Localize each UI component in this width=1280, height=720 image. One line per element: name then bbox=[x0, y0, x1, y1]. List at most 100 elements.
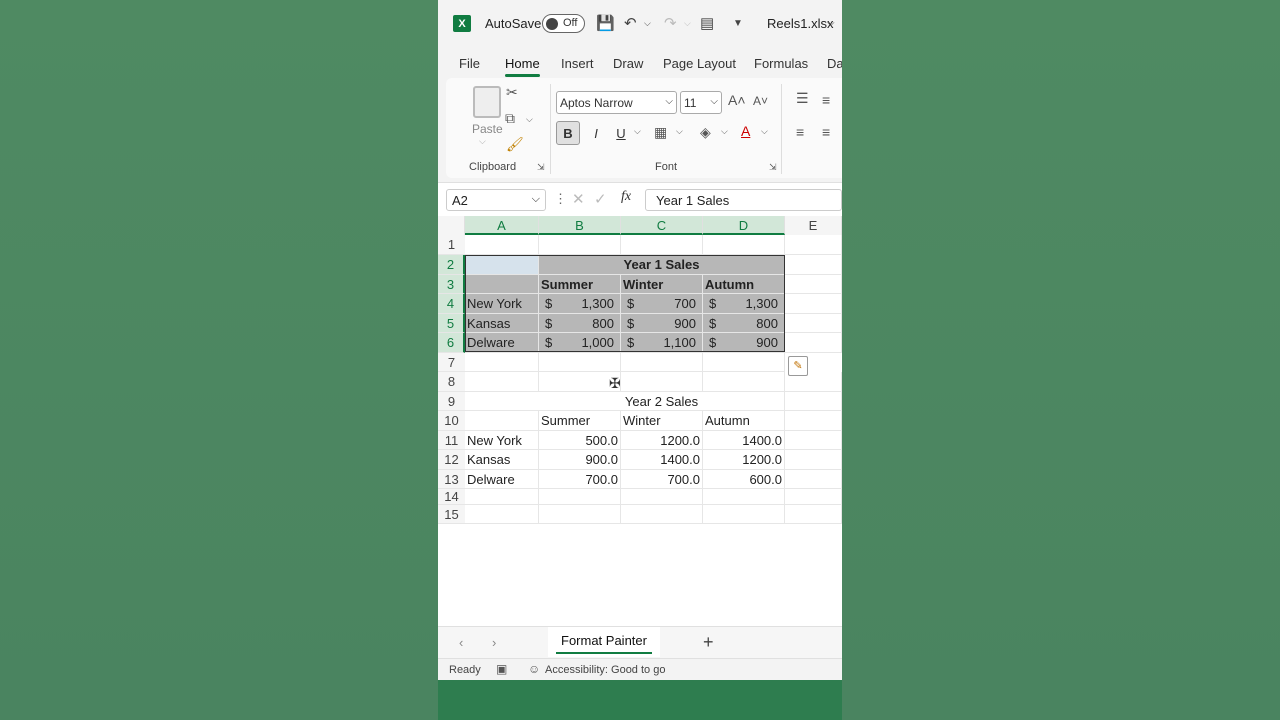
row-header[interactable]: 7 bbox=[438, 353, 465, 372]
cell[interactable] bbox=[785, 275, 842, 294]
row-header[interactable]: 2 bbox=[438, 255, 465, 275]
paste-icon[interactable] bbox=[473, 86, 501, 118]
cell[interactable] bbox=[539, 353, 621, 372]
clipboard-launcher-icon[interactable]: ⇲ bbox=[537, 162, 545, 173]
format-painter-icon[interactable]: 🖌 bbox=[506, 136, 524, 153]
filename-chevron-down-icon[interactable]: ⌵ bbox=[827, 18, 835, 29]
customize-toolbar-icon[interactable]: ▼ bbox=[733, 18, 743, 29]
macro-record-icon[interactable]: ▣ bbox=[496, 662, 507, 676]
add-sheet-button[interactable]: + bbox=[703, 632, 714, 653]
borders-chevron-icon[interactable]: ⌵ bbox=[676, 126, 683, 137]
cell[interactable] bbox=[703, 372, 785, 392]
cell[interactable] bbox=[539, 235, 621, 255]
cell[interactable] bbox=[785, 392, 842, 411]
more-options-icon[interactable]: ⋮ bbox=[554, 191, 567, 207]
cell[interactable] bbox=[785, 314, 842, 333]
table2-value[interactable]: 700.0 bbox=[621, 470, 703, 489]
increase-font-icon[interactable]: A˄ bbox=[728, 92, 746, 108]
decrease-font-icon[interactable]: A˅ bbox=[753, 94, 768, 108]
fill-chevron-icon[interactable]: ⌵ bbox=[721, 126, 728, 137]
cell[interactable] bbox=[785, 411, 842, 431]
underline-chevron-icon[interactable]: ⌵ bbox=[634, 126, 641, 137]
row-header[interactable]: 13 bbox=[438, 470, 465, 489]
row-header[interactable]: 8 bbox=[438, 372, 465, 392]
table2-header-winter[interactable]: Winter bbox=[621, 411, 703, 431]
file-name[interactable]: Reels1.xlsx bbox=[767, 16, 833, 31]
align-middle-icon[interactable]: ≡ bbox=[822, 92, 830, 108]
column-header-b[interactable]: B bbox=[539, 216, 621, 235]
cut-icon[interactable]: ✂ bbox=[506, 84, 518, 101]
column-header-c[interactable]: C bbox=[621, 216, 703, 235]
table2-value[interactable]: 500.0 bbox=[539, 431, 621, 450]
table2-value[interactable]: 600.0 bbox=[703, 470, 785, 489]
save-icon[interactable]: 💾 bbox=[596, 14, 615, 32]
column-header-a[interactable]: A bbox=[465, 216, 539, 235]
cell[interactable] bbox=[785, 294, 842, 314]
cell[interactable] bbox=[465, 235, 539, 255]
redo-icon[interactable]: ↷ bbox=[664, 14, 677, 32]
cell[interactable] bbox=[785, 450, 842, 470]
column-header-e[interactable]: E bbox=[785, 216, 842, 235]
form-icon[interactable]: ▤ bbox=[700, 14, 714, 32]
table2-header-autumn[interactable]: Autumn bbox=[703, 411, 785, 431]
copy-chevron-icon[interactable]: ⌵ bbox=[526, 114, 533, 125]
row-header[interactable]: 11 bbox=[438, 431, 465, 450]
cell[interactable] bbox=[703, 353, 785, 372]
paste-options-icon[interactable]: ✎ bbox=[788, 356, 808, 376]
cell[interactable] bbox=[465, 411, 539, 431]
align-left-icon[interactable]: ≡ bbox=[796, 124, 804, 140]
undo-icon[interactable]: ↶ bbox=[624, 14, 637, 32]
tab-home[interactable]: Home bbox=[505, 56, 540, 77]
cell[interactable] bbox=[465, 505, 539, 524]
cell[interactable] bbox=[465, 392, 539, 411]
align-top-icon[interactable]: ☰ bbox=[796, 90, 809, 107]
formula-input[interactable]: Year 1 Sales bbox=[645, 189, 842, 211]
cell[interactable] bbox=[785, 470, 842, 489]
table2-value[interactable]: 1400.0 bbox=[703, 431, 785, 450]
font-launcher-icon[interactable]: ⇲ bbox=[769, 162, 777, 173]
table2-value[interactable]: 1400.0 bbox=[621, 450, 703, 470]
font-size-select[interactable]: 11 ⌵ bbox=[680, 91, 722, 114]
cell[interactable] bbox=[621, 372, 703, 392]
tab-formulas[interactable]: Formulas bbox=[754, 56, 808, 71]
font-name-select[interactable]: Aptos Narrow ⌵ bbox=[556, 91, 677, 114]
table2-row-name[interactable]: Kansas bbox=[465, 450, 539, 470]
tab-page-layout[interactable]: Page Layout bbox=[663, 56, 736, 71]
sheet-tab-format-painter[interactable]: Format Painter bbox=[548, 627, 660, 657]
cell[interactable] bbox=[621, 489, 703, 505]
align-center-icon[interactable]: ≡ bbox=[822, 124, 830, 140]
cell[interactable] bbox=[785, 235, 842, 255]
underline-button[interactable]: U bbox=[609, 121, 633, 145]
row-header[interactable]: 5 bbox=[438, 314, 465, 333]
cancel-icon[interactable]: ✕ bbox=[572, 190, 585, 208]
table2-row-name[interactable]: Delware bbox=[465, 470, 539, 489]
cell[interactable] bbox=[703, 489, 785, 505]
row-header[interactable]: 12 bbox=[438, 450, 465, 470]
borders-icon[interactable]: ▦ bbox=[654, 124, 667, 141]
tab-draw[interactable]: Draw bbox=[613, 56, 643, 71]
tab-data[interactable]: Da bbox=[827, 56, 842, 71]
cell[interactable] bbox=[539, 505, 621, 524]
column-header-d[interactable]: D bbox=[703, 216, 785, 235]
accessibility-status[interactable]: Accessibility: Good to go bbox=[545, 664, 665, 676]
cell[interactable] bbox=[785, 489, 842, 505]
enter-icon[interactable]: ✓ bbox=[594, 190, 607, 208]
cell[interactable] bbox=[703, 505, 785, 524]
tab-insert[interactable]: Insert bbox=[561, 56, 594, 71]
font-color-chevron-icon[interactable]: ⌵ bbox=[761, 126, 768, 137]
cell[interactable] bbox=[465, 353, 539, 372]
cell[interactable] bbox=[539, 489, 621, 505]
name-box[interactable]: A2 ⌵ bbox=[446, 189, 546, 211]
font-color-icon[interactable]: A bbox=[741, 123, 750, 139]
row-header[interactable]: 6 bbox=[438, 333, 465, 353]
table2-value[interactable]: 1200.0 bbox=[621, 431, 703, 450]
row-header[interactable]: 15 bbox=[438, 505, 465, 524]
redo-dropdown-icon[interactable]: ⌵ bbox=[684, 18, 691, 29]
autosave-toggle[interactable]: Off bbox=[542, 14, 585, 33]
select-all-corner[interactable] bbox=[438, 216, 465, 235]
row-header[interactable]: 14 bbox=[438, 489, 465, 505]
table2-row-name[interactable]: New York bbox=[465, 431, 539, 450]
table2-value[interactable]: 900.0 bbox=[539, 450, 621, 470]
accessibility-icon[interactable]: ☺ bbox=[528, 662, 540, 676]
copy-icon[interactable]: ⧉ bbox=[505, 110, 515, 127]
